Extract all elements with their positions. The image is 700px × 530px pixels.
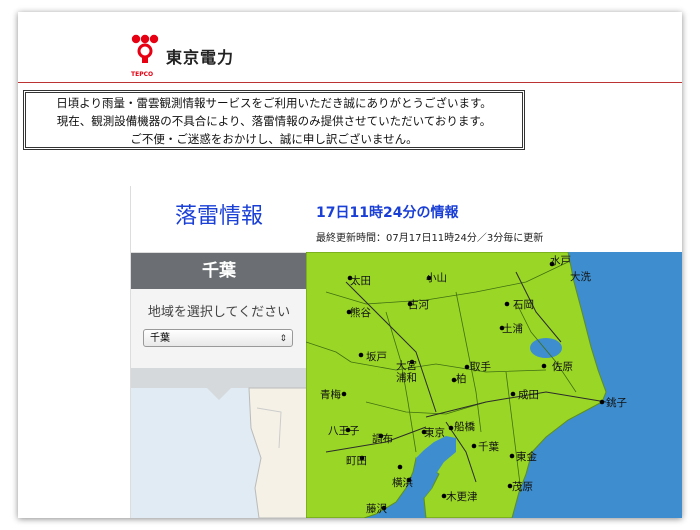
city-label: 町田 bbox=[346, 455, 367, 467]
city-label: 成田 bbox=[518, 389, 539, 401]
city-label: 東金 bbox=[516, 450, 537, 463]
city-label: 大洗 bbox=[570, 270, 591, 283]
region-select-value: 千葉 bbox=[150, 333, 170, 344]
sidebar-title: 落雷情報 bbox=[131, 186, 307, 253]
city-label: 八王子 bbox=[328, 425, 360, 437]
region-heading: 千葉 bbox=[131, 253, 307, 289]
city-label: 浦和 bbox=[396, 371, 417, 384]
city-label: 茂原 bbox=[512, 480, 533, 493]
notice-line: 現在、観測設備機器の不具合により、落雷情報のみ提供させていただいております。 bbox=[56, 114, 492, 128]
city-label: 調布 bbox=[372, 432, 393, 445]
region-select-label: 地域を選択してください bbox=[147, 305, 291, 320]
notice-line: 日頃より雨量・雷雲観測情報サービスをご利用いただき誠にありがとうございます。 bbox=[56, 96, 492, 110]
city-label: 藤沢 bbox=[366, 502, 387, 515]
city-label: 大宮 bbox=[396, 359, 417, 372]
city-label: 木更津 bbox=[446, 491, 478, 503]
city-label: 柏 bbox=[456, 372, 467, 385]
service-notice: 日頃より雨量・雷雲観測情報サービスをご利用いただき誠にありがとうございます。 現… bbox=[23, 90, 525, 150]
city-label: 東京 bbox=[424, 426, 445, 439]
browser-page: TEPCO 東京電力 日頃より雨量・雷雲観測情報サービスをご利用いただき誠にあり… bbox=[18, 12, 682, 518]
city-label: 石岡 bbox=[513, 299, 534, 311]
city-label: 水戸 bbox=[550, 255, 571, 267]
city-label: 横浜 bbox=[392, 476, 413, 489]
city-label: 熊谷 bbox=[350, 306, 371, 319]
logo-subtext: TEPCO bbox=[131, 71, 154, 78]
city-label: 坂戸 bbox=[366, 351, 387, 363]
info-panel: 17日11時24分の情報 最終更新時間：07月17日11時24分／3分毎に更新 bbox=[306, 186, 682, 252]
city-label: 小山 bbox=[426, 272, 447, 284]
city-label: 銚子 bbox=[606, 396, 627, 409]
city-label: 取手 bbox=[470, 360, 491, 373]
region-mini-map[interactable] bbox=[131, 368, 307, 518]
site-header: TEPCO 東京電力 bbox=[18, 12, 682, 83]
notice-line: ご不便・ご迷惑をおかけし、誠に申し訳ございません。 bbox=[130, 132, 418, 146]
city-label: 青梅 bbox=[320, 388, 341, 401]
lake-kasumigaura bbox=[530, 338, 562, 358]
city-label: 土浦 bbox=[502, 322, 523, 335]
sidebar: 落雷情報 千葉 地域を選択してください 千葉 ⇕ bbox=[130, 186, 307, 518]
city-label: 古河 bbox=[408, 298, 429, 311]
region-select-panel: 地域を選択してください 千葉 ⇕ bbox=[131, 289, 307, 369]
city-label: 船橋 bbox=[454, 420, 475, 433]
info-subtitle: 最終更新時間：07月17日11時24分／3分毎に更新 bbox=[316, 233, 544, 244]
tepco-logo-icon[interactable] bbox=[130, 34, 160, 70]
city-label: 千葉 bbox=[478, 440, 499, 453]
lightning-map[interactable]: 水戸 大洗 太田 小山 古河 石岡 熊谷 土浦 坂戸 大宮 浦和 取手 佐原 青… bbox=[306, 252, 682, 518]
region-select[interactable]: 千葉 ⇕ bbox=[143, 329, 293, 347]
logo-text[interactable]: 東京電力 bbox=[166, 44, 234, 68]
city-label: 太田 bbox=[350, 274, 371, 287]
updown-arrow-icon: ⇕ bbox=[279, 334, 287, 344]
info-title: 17日11時24分の情報 bbox=[316, 205, 459, 221]
city-label: 佐原 bbox=[552, 360, 573, 373]
